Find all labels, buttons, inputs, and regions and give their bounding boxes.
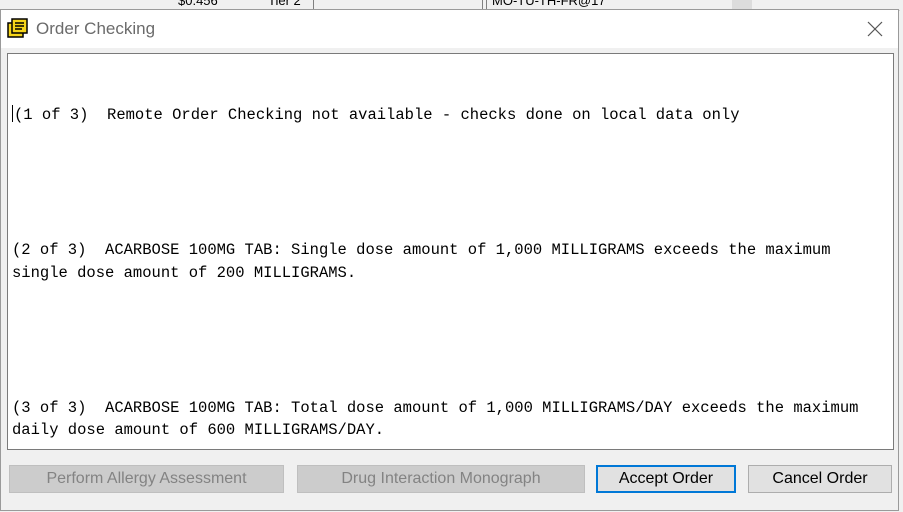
close-button[interactable] (852, 10, 898, 48)
dialog-title: Order Checking (36, 19, 156, 38)
message-1: (1 of 3) Remote Order Checking not avail… (12, 105, 740, 124)
background-price-cell: $0.456 (178, 0, 218, 8)
accept-order-button[interactable]: Accept Order (596, 465, 736, 493)
order-check-app-icon (7, 17, 29, 39)
background-schedule-cell: MO-TU-TH-FR@17 (492, 0, 606, 8)
message-2: (2 of 3) ACARBOSE 100MG TAB: Single dose… (12, 241, 840, 282)
close-icon (867, 21, 883, 37)
title-bar[interactable]: Order Checking (1, 10, 898, 48)
perform-allergy-assessment-button[interactable]: Perform Allergy Assessment (9, 465, 284, 493)
background-tier-cell: Tier 2 (268, 0, 301, 8)
message-3: (3 of 3) ACARBOSE 100MG TAB: Total dose … (12, 398, 868, 440)
cancel-order-button[interactable]: Cancel Order (748, 465, 892, 493)
order-check-messages-textbox[interactable]: (1 of 3) Remote Order Checking not avail… (7, 53, 894, 450)
text-caret (12, 105, 13, 122)
drug-interaction-monograph-button[interactable]: Drug Interaction Monograph (297, 465, 585, 493)
order-checking-dialog: Order Checking (1 of 3) Remote Order Che… (0, 9, 899, 511)
